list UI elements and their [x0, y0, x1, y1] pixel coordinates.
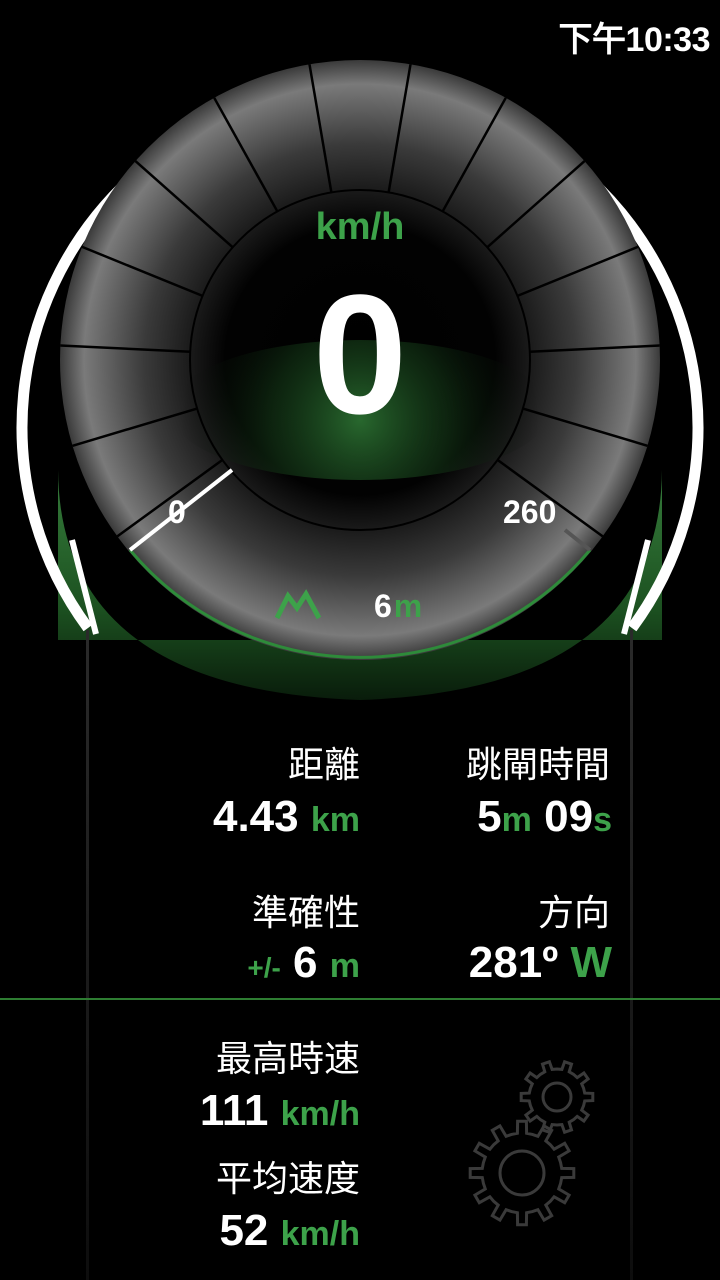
direction-cardinal: W: [570, 938, 612, 987]
jump-time-min-unit: m: [501, 801, 532, 839]
avg-speed-value: 52 km/h: [219, 1206, 360, 1256]
left-rail: [86, 630, 89, 1280]
jump-time-minutes: 5: [477, 792, 502, 841]
large-gear-icon: [468, 1119, 576, 1227]
max-speed-label: 最高時速: [215, 1039, 360, 1080]
direction-degrees: 281º: [468, 938, 559, 987]
status-time: 下午10:33: [558, 21, 711, 59]
jump-time-seconds: 09: [544, 792, 594, 841]
scale-min-label: 0: [168, 494, 186, 530]
distance-number: 4.43: [212, 792, 299, 841]
accuracy-unit: m: [329, 947, 360, 985]
scale-max-label: 260: [503, 494, 557, 530]
gears-icon[interactable]: [460, 1055, 600, 1235]
jump-time-label: 跳閘時間: [465, 745, 610, 786]
current-speed: 0: [312, 260, 408, 450]
jump-time-value: 5m 09s: [477, 792, 612, 842]
distance-value: 4.43 km: [213, 792, 360, 842]
jump-time-sec-unit: s: [593, 801, 612, 839]
avg-speed-number: 52: [219, 1206, 269, 1255]
section-divider: [0, 998, 720, 1000]
max-speed-unit: km/h: [280, 1095, 360, 1133]
distance-unit: km: [310, 801, 360, 839]
direction-label: 方向: [537, 893, 610, 934]
accuracy-label: 準確性: [251, 893, 360, 934]
avg-speed-unit: km/h: [280, 1215, 360, 1253]
max-speed-value: 111 km/h: [200, 1086, 360, 1136]
avg-speed-label: 平均速度: [215, 1159, 360, 1200]
distance-label: 距離: [287, 745, 360, 786]
altitude-unit: m: [393, 588, 423, 624]
max-speed-number: 111: [199, 1086, 269, 1135]
accuracy-prefix: +/-: [247, 952, 281, 983]
altitude-value: 6: [374, 588, 392, 624]
right-rail: [630, 630, 633, 1280]
direction-value: 281º W: [469, 938, 612, 988]
accuracy-number: 6: [293, 938, 318, 987]
small-gear-icon: [519, 1059, 595, 1135]
speed-unit: km/h: [315, 206, 405, 248]
altitude-readout: 6m: [374, 588, 422, 625]
accuracy-value: +/- 6 m: [247, 938, 360, 988]
